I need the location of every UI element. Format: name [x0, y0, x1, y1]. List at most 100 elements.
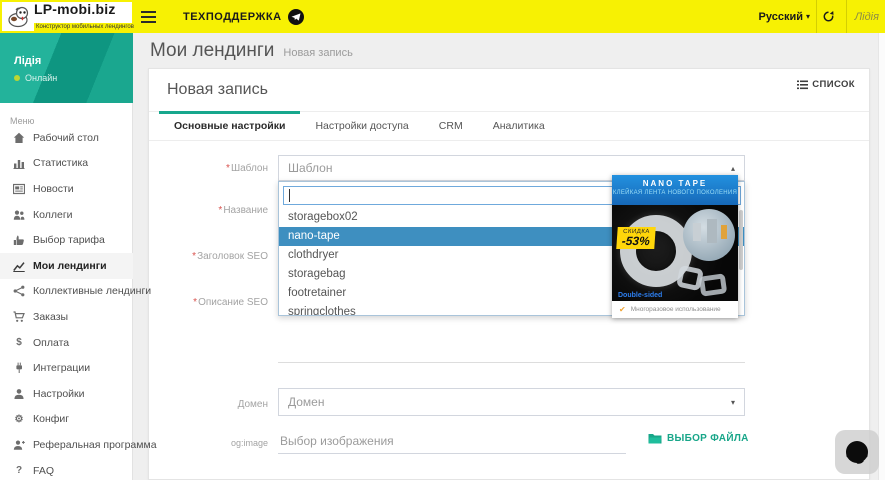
sidebar-item-orders[interactable]: Заказы: [0, 304, 133, 330]
sidebar-toggle-button[interactable]: [137, 0, 159, 33]
sidebar-item-statistics[interactable]: Статистика: [0, 151, 133, 177]
sidebar-item-label: Заказы: [33, 310, 69, 323]
inset-detail: [707, 219, 717, 243]
check-icon: ✔: [619, 305, 626, 314]
template-field-label: *Шаблон: [148, 163, 268, 174]
field-label-text: Описание SEO: [198, 297, 268, 308]
telegram-icon: [287, 8, 304, 25]
user-plus-icon: [12, 438, 26, 451]
topbar-divider: [846, 0, 847, 33]
topbar-username-link[interactable]: Лідія: [855, 0, 879, 33]
colleagues-icon: [12, 208, 26, 221]
online-status-dot: [14, 75, 20, 81]
preview-inset-photo: [683, 209, 735, 261]
required-mark: *: [226, 163, 230, 174]
caret-up-icon: ▴: [730, 163, 735, 173]
brand-name: LP-mobi.biz: [34, 0, 116, 17]
inset-detail: [693, 223, 701, 241]
sidebar-item-config[interactable]: ⚙ Конфиг: [0, 407, 133, 433]
list-icon: [797, 80, 809, 89]
card-title: Новая запись: [167, 81, 268, 98]
field-label-text: og:image: [230, 438, 268, 448]
sidebar-user-status: Онлайн: [14, 73, 57, 83]
user-icon: [12, 387, 26, 400]
tab-access-settings[interactable]: Настройки доступа: [300, 112, 423, 140]
discount-badge: СКИДКА -53%: [616, 227, 656, 249]
field-label-text: Домен: [237, 399, 268, 410]
support-chat-widget[interactable]: [835, 430, 879, 474]
sidebar-item-news[interactable]: Новости: [0, 176, 133, 202]
field-label-text: Шаблон: [230, 163, 268, 174]
my-landings-icon: [12, 259, 26, 272]
preview-product-photo: СКИДКА -53% Double-sided: [612, 205, 738, 301]
template-preview-image: NANO TAPE КЛЕЙКАЯ ЛЕНТА НОВОГО ПОКОЛЕНИЯ…: [612, 175, 738, 318]
seo-description-field-label: *Описание SEO: [148, 297, 268, 308]
template-select-placeholder: Шаблон: [288, 161, 333, 175]
brand-logo[interactable]: LP-mobi.biz Конструктор мобильных лендин…: [2, 2, 136, 31]
desktop-icon: [12, 131, 26, 144]
choose-file-button-label: ВЫБОР ФАЙЛА: [667, 433, 749, 444]
preview-title: NANO TAPE: [642, 179, 708, 188]
discount-badge-value: -53%: [621, 234, 651, 248]
sidebar-item-label: Коллективные лендинги: [33, 285, 152, 298]
choose-file-button[interactable]: ВЫБОР ФАЙЛА: [648, 433, 749, 444]
inset-detail: [721, 225, 727, 239]
sidebar-item-desktop[interactable]: Рабочий стол: [0, 125, 133, 151]
preview-header: NANO TAPE КЛЕЙКАЯ ЛЕНТА НОВОГО ПОКОЛЕНИЯ: [612, 175, 738, 205]
sidebar-user-panel: Лідія Онлайн: [0, 33, 133, 103]
tab-label: CRM: [438, 120, 463, 132]
preview-subtitle: КЛЕЙКАЯ ЛЕНТА НОВОГО ПОКОЛЕНИЯ: [612, 190, 738, 196]
breadcrumb: Новая запись: [283, 47, 353, 59]
tab-bar: Основные настройки Настройки доступа CRM…: [149, 111, 869, 141]
brand-tagline: Конструктор мобильных лендингов: [34, 22, 136, 31]
tech-support-link[interactable]: ТЕХПОДДЕРЖКА: [183, 0, 304, 33]
preview-footer: ✔ Многоразовое использование: [612, 301, 738, 318]
sidebar-item-label: Настройки: [33, 387, 85, 400]
sidebar-item-label: Коллеги: [33, 208, 73, 221]
stats-icon: [12, 157, 26, 170]
tab-analytics[interactable]: Аналитика: [478, 112, 560, 140]
page-scrollbar[interactable]: [878, 33, 885, 480]
sidebar-item-my-landings[interactable]: Мои лендинги: [0, 252, 133, 279]
field-label-text: Заголовок SEO: [197, 251, 268, 262]
topbar-username: Лідія: [854, 10, 879, 23]
sidebar-item-faq[interactable]: ? FAQ: [0, 458, 133, 480]
sidebar-item-tariff[interactable]: Выбор тарифа: [0, 227, 133, 253]
app-window: LP-mobi.biz Конструктор мобильных лендин…: [0, 0, 885, 480]
sidebar-item-collective-landings[interactable]: Коллективные лендинги: [0, 279, 151, 305]
tab-crm[interactable]: CRM: [424, 112, 478, 140]
language-selector[interactable]: Русский ▾: [759, 0, 810, 33]
sidebar-item-colleagues[interactable]: Коллеги: [0, 202, 133, 228]
plug-icon: [12, 362, 26, 375]
sidebar-item-payment[interactable]: $ Оплата: [0, 330, 133, 356]
required-mark: *: [192, 251, 197, 262]
sidebar: Лідія Онлайн Меню Рабочий стол Статистик…: [0, 33, 157, 480]
chevron-down-icon: ▾: [805, 12, 810, 21]
hamburger-icon: [140, 10, 156, 23]
sidebar-item-label: Рабочий стол: [33, 131, 99, 144]
field-label-text: Название: [223, 205, 268, 216]
question-icon: ?: [15, 465, 23, 477]
list-button[interactable]: СПИСОК: [797, 79, 855, 90]
sidebar-item-integrations[interactable]: Интеграции: [0, 355, 133, 381]
tab-main-settings[interactable]: Основные настройки: [159, 111, 301, 140]
tab-label: Аналитика: [492, 120, 545, 132]
domain-select[interactable]: Домен ▾: [278, 388, 745, 416]
headset-icon: [846, 441, 868, 464]
text-cursor: [289, 189, 290, 202]
og-image-input[interactable]: [278, 428, 626, 454]
caret-down-icon: ▾: [730, 397, 735, 407]
sidebar-item-settings[interactable]: Настройки: [0, 381, 133, 407]
cart-icon: [12, 310, 26, 323]
og-image-field-label: og:image: [148, 438, 268, 448]
online-status-label: Онлайн: [25, 73, 58, 83]
sidebar-item-label: Реферальная программа: [33, 438, 157, 451]
gears-icon: ⚙: [14, 413, 24, 425]
sidebar-menu: Рабочий стол Статистика Новости Коллеги …: [0, 125, 157, 480]
page-header: Мои лендинги Новая запись: [150, 40, 353, 62]
sidebar-item-label: FAQ: [33, 464, 55, 477]
dropdown-scrollbar[interactable]: [739, 210, 743, 270]
sidebar-item-referral[interactable]: Реферальная программа: [0, 432, 157, 458]
refresh-button[interactable]: [813, 0, 843, 33]
dollar-icon: $: [16, 337, 22, 349]
